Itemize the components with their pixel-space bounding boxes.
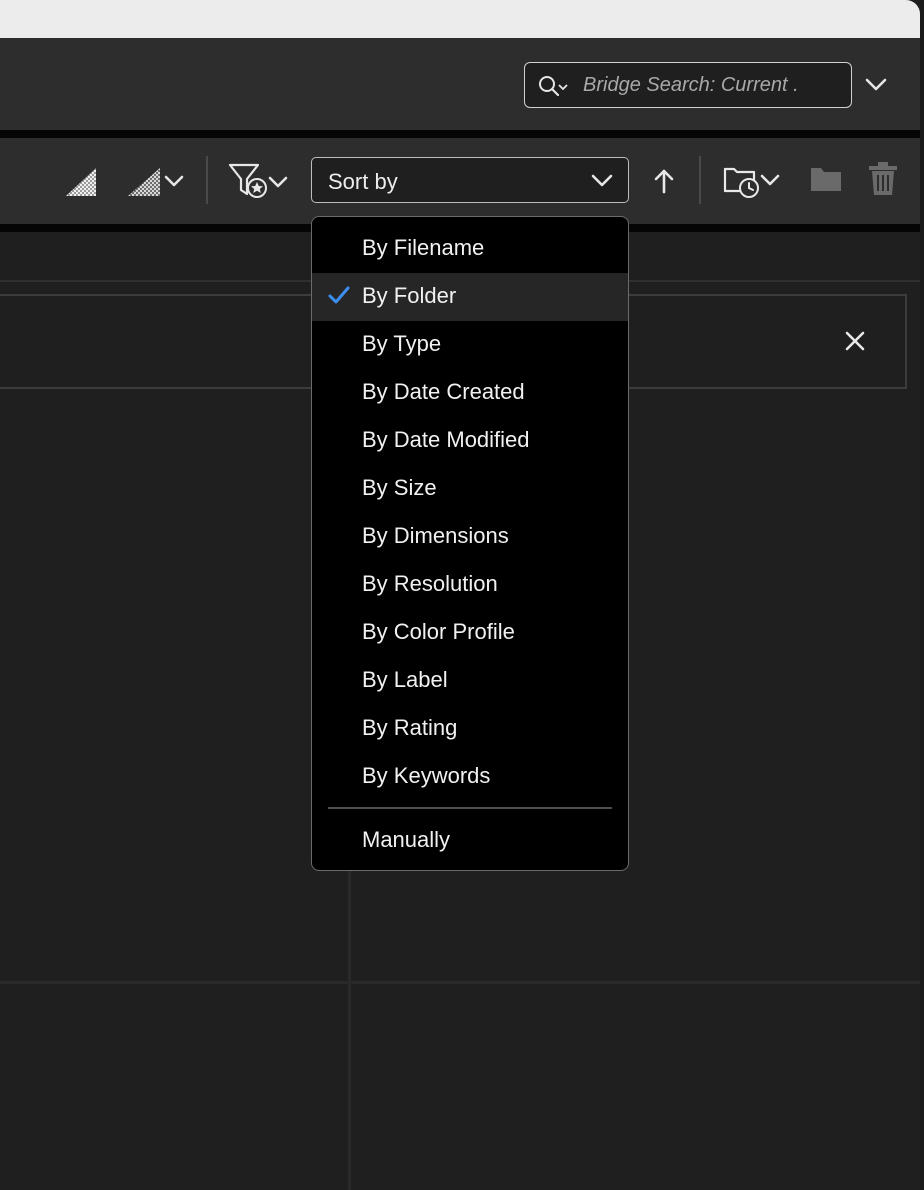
recent-folders-icon[interactable] <box>722 160 786 205</box>
sort-ascending-icon[interactable] <box>652 166 676 201</box>
toolbar-separator <box>206 156 208 204</box>
chevron-down-icon <box>590 172 614 195</box>
close-icon[interactable] <box>844 330 866 357</box>
window-edge <box>920 0 924 1190</box>
menu-item-label: By Date Modified <box>362 427 530 452</box>
menu-item-label: By Resolution <box>362 571 498 596</box>
menu-item-by-color-profile[interactable]: By Color Profile <box>312 609 628 657</box>
menu-item-label: By Dimensions <box>362 523 509 548</box>
menu-item-by-label[interactable]: By Label <box>312 657 628 705</box>
header-divider <box>0 130 920 138</box>
menu-item-by-keywords[interactable]: By Keywords <box>312 753 628 801</box>
menu-item-by-dimensions[interactable]: By Dimensions <box>312 513 628 561</box>
search-icon[interactable] <box>537 74 571 103</box>
thumbnail-quality-dropdown-icon[interactable] <box>126 164 188 203</box>
delete-icon[interactable] <box>867 161 899 202</box>
window-titlebar <box>0 0 920 38</box>
sort-by-label: Sort by <box>328 169 398 194</box>
menu-item-label: By Size <box>362 475 437 500</box>
menu-separator <box>328 807 612 809</box>
search-options-chevron-icon[interactable] <box>864 76 888 99</box>
content-grid-line <box>0 981 920 984</box>
filter-favorites-icon[interactable] <box>228 162 292 205</box>
search-input[interactable] <box>583 73 838 97</box>
menu-item-by-resolution[interactable]: By Resolution <box>312 561 628 609</box>
toolbar-separator <box>699 156 701 204</box>
menu-item-label: By Color Profile <box>362 619 515 644</box>
menu-item-label: By Date Created <box>362 379 525 404</box>
menu-item-by-type[interactable]: By Type <box>312 321 628 369</box>
menu-item-label: By Type <box>362 331 442 356</box>
menu-item-by-folder[interactable]: By Folder <box>312 273 628 321</box>
menu-item-by-size[interactable]: By Size <box>312 465 628 513</box>
search-box[interactable] <box>524 62 852 108</box>
checkmark-icon <box>328 286 350 312</box>
menu-item-label: By Folder <box>362 283 457 308</box>
new-folder-icon[interactable] <box>809 164 843 199</box>
thumbnail-quality-icon[interactable] <box>64 164 98 203</box>
menu-item-manually[interactable]: Manually <box>312 817 628 865</box>
menu-item-label: By Filename <box>362 235 485 260</box>
menu-item-by-filename[interactable]: By Filename <box>312 225 628 273</box>
menu-item-label: By Rating <box>362 715 458 740</box>
menu-item-label: Manually <box>362 827 451 852</box>
sort-by-dropdown[interactable]: Sort by <box>311 157 629 203</box>
sort-by-menu: By Filename By Folder By Type By Date Cr… <box>311 216 629 871</box>
menu-item-by-rating[interactable]: By Rating <box>312 705 628 753</box>
menu-item-by-date-modified[interactable]: By Date Modified <box>312 417 628 465</box>
menu-item-by-date-created[interactable]: By Date Created <box>312 369 628 417</box>
menu-item-label: By Label <box>362 667 448 692</box>
menu-item-label: By Keywords <box>362 763 491 788</box>
